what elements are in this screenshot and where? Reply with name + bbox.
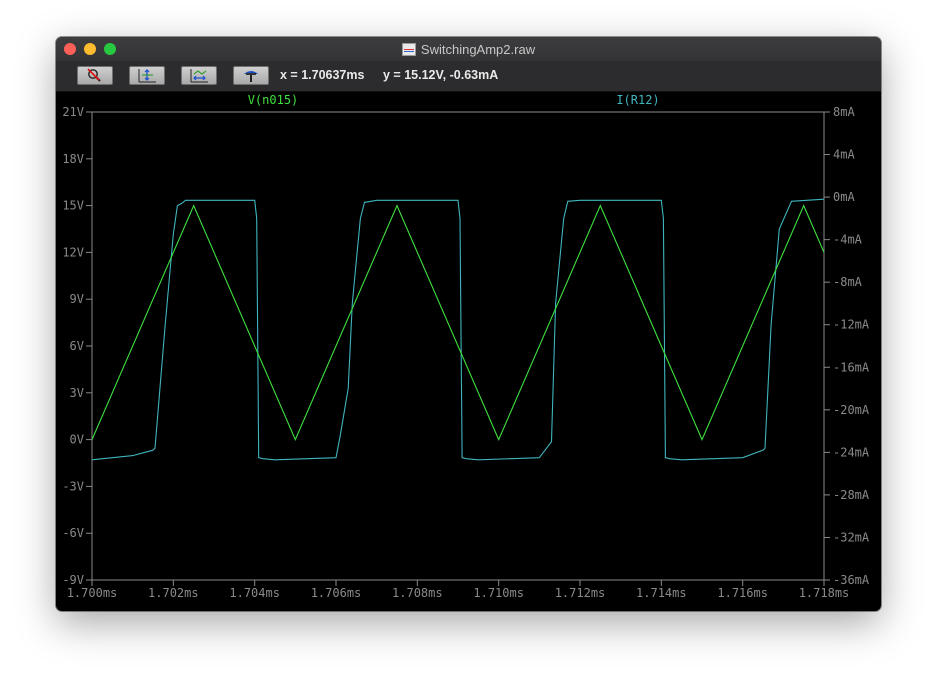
x-axis-tick-label: 1.712ms <box>555 586 606 600</box>
x-axis-tick-label: 1.716ms <box>717 586 768 600</box>
right-axis-tick-label: -8mA <box>833 275 863 289</box>
x-axis-tick-label: 1.700ms <box>67 586 118 600</box>
traces <box>92 198 824 461</box>
x-axis-tick-label: 1.718ms <box>799 586 850 600</box>
left-axis-tick-label: -9V <box>62 573 84 587</box>
legend-current-trace[interactable]: I(R12) <box>616 93 659 107</box>
right-axis-tick-label: -36mA <box>833 573 870 587</box>
zoom-cancel-icon <box>87 68 101 82</box>
right-axis-tick-label: -28mA <box>833 488 870 502</box>
left-axis-tick-label: -6V <box>62 526 84 540</box>
autorange-y-button[interactable] <box>129 66 165 85</box>
x-axis-tick-label: 1.708ms <box>392 586 443 600</box>
left-axis-tick-label: -3V <box>62 479 84 493</box>
waveform-plot[interactable]: -9V -6V -3V 0V 3V 6V 9V 12V 15V 18V 21V -36mA -32mA… <box>56 92 881 611</box>
right-axis-tick-label: 0mA <box>833 190 855 204</box>
autorange-x-icon <box>190 69 208 83</box>
zoom-cancel-button[interactable] <box>77 66 113 85</box>
window-title-group: SwitchingAmp2.raw <box>56 37 881 61</box>
probe-button[interactable] <box>233 66 269 85</box>
waveform-window: SwitchingAmp2.raw x = 1.70637ms y = 15.1… <box>56 37 881 611</box>
right-axis-tick-label: 8mA <box>833 105 855 119</box>
right-axis-tick-label: -16mA <box>833 360 870 374</box>
autorange-x-button[interactable] <box>181 66 217 85</box>
toolbar: x = 1.70637ms y = 15.12V, -0.63mA <box>56 61 881 92</box>
left-axis-labels: -9V -6V -3V 0V 3V 6V 9V 12V 15V 18V 21V <box>62 105 84 587</box>
left-axis-tick-label: 0V <box>70 433 84 447</box>
left-axis-tick-label: 3V <box>70 386 84 400</box>
x-axis-tick-label: 1.704ms <box>229 586 280 600</box>
left-axis-tick-label: 6V <box>70 339 84 353</box>
x-axis-tick-label: 1.710ms <box>473 586 524 600</box>
x-axis-labels: 1.700ms 1.702ms 1.704ms 1.706ms 1.708ms 1.710… <box>67 586 850 600</box>
right-axis-tick-label: -4mA <box>833 233 863 247</box>
probe-icon <box>244 71 258 82</box>
x-axis-tick-label: 1.706ms <box>311 586 362 600</box>
window-title: SwitchingAmp2.raw <box>420 41 536 57</box>
left-axis-tick-label: 12V <box>62 245 84 259</box>
waveform-document-icon <box>401 42 416 56</box>
left-axis-tick-label: 9V <box>70 292 84 306</box>
right-axis-tick-label: -32mA <box>833 530 870 544</box>
trace-legend[interactable]: V(n015) I(R12) <box>248 93 660 107</box>
right-axis-tick-label: -24mA <box>833 445 870 459</box>
current-trace-line <box>92 198 824 461</box>
voltage-trace-line <box>92 204 824 441</box>
right-axis-tick-label: 4mA <box>833 148 855 162</box>
left-axis-tick-label: 18V <box>62 152 84 166</box>
right-axis-tick-label: -20mA <box>833 403 870 417</box>
right-axis-tick-label: -12mA <box>833 318 870 332</box>
right-axis-labels: -36mA -32mA -28mA -24mA -20mA -16mA -12mA -8mA -… <box>833 105 870 587</box>
legend-voltage-trace[interactable]: V(n015) <box>248 93 299 107</box>
x-axis-tick-label: 1.714ms <box>636 586 687 600</box>
cursor-y-readout: y = 15.12V, -0.63mA <box>383 68 499 82</box>
x-axis-tick-label: 1.702ms <box>148 586 199 600</box>
left-axis-tick-label: 21V <box>62 105 84 119</box>
title-bar[interactable]: SwitchingAmp2.raw <box>56 37 881 62</box>
cursor-x-readout: x = 1.70637ms <box>280 68 365 82</box>
autorange-y-icon <box>138 69 156 83</box>
left-axis-tick-label: 15V <box>62 199 84 213</box>
plot-axes <box>86 111 830 586</box>
plot-area[interactable]: -9V -6V -3V 0V 3V 6V 9V 12V 15V 18V 21V -36mA -32mA… <box>56 92 881 611</box>
